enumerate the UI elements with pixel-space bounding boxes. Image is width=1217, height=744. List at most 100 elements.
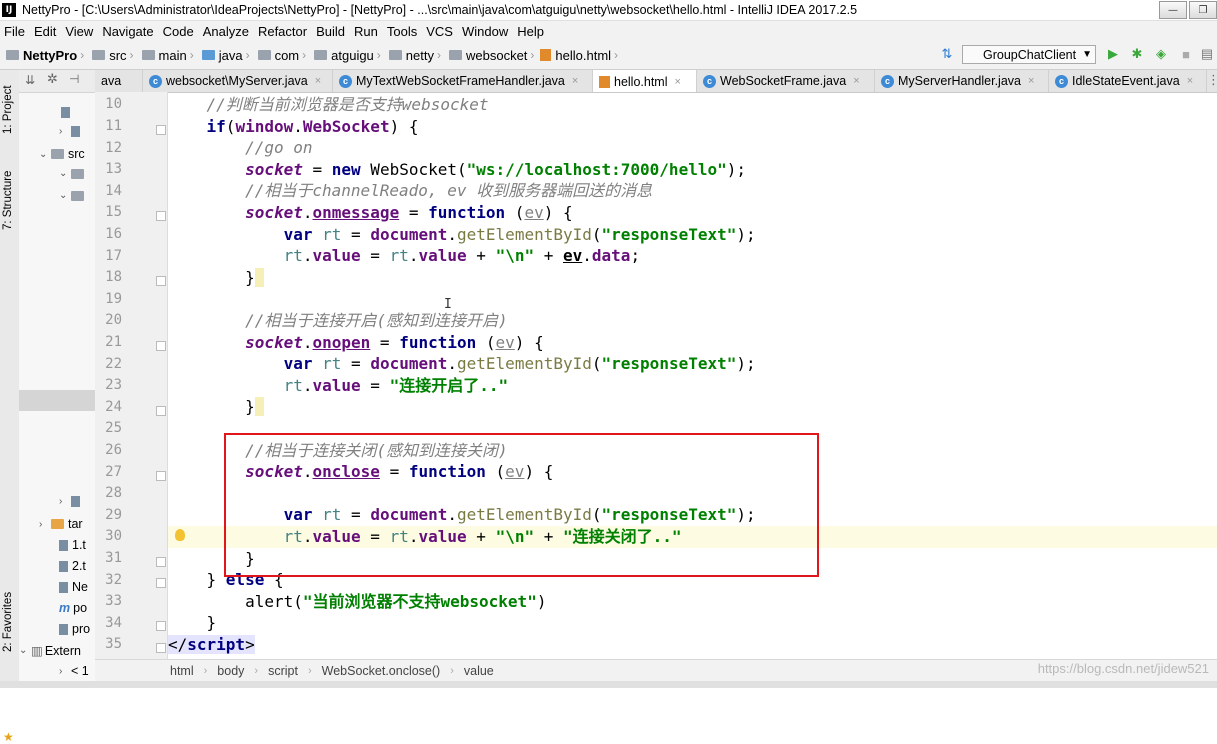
menu-edit[interactable]: Edit bbox=[30, 24, 61, 39]
menu-file[interactable]: File bbox=[0, 24, 30, 39]
more-tabs-icon[interactable]: ⋮ bbox=[1207, 73, 1217, 88]
code-line-21[interactable]: socket.onopen = function (ev) { bbox=[168, 332, 1217, 354]
code-line-33[interactable]: alert("当前浏览器不支持websocket") bbox=[168, 591, 1217, 613]
run-icon[interactable]: ▶ bbox=[1106, 46, 1120, 61]
debug-icon[interactable]: ✱ bbox=[1130, 46, 1144, 61]
tree-node-src[interactable]: ⌄ src bbox=[39, 147, 85, 161]
sort-arrows-icon[interactable]: ⇅ bbox=[940, 46, 954, 61]
menu-view[interactable]: View bbox=[61, 24, 98, 39]
layout-icon[interactable]: ▤ bbox=[1200, 46, 1214, 61]
code-line-17[interactable]: rt.value = rt.value + "\n" + ev.data; bbox=[168, 245, 1217, 267]
code-line-20[interactable]: //相当于连接开启(感知到连接开启) bbox=[168, 310, 1217, 332]
code-line-35[interactable]: </script> bbox=[168, 634, 1217, 656]
code-line-34[interactable]: } bbox=[168, 612, 1217, 634]
fold-marker[interactable] bbox=[156, 557, 166, 567]
tree-node[interactable] bbox=[61, 107, 74, 118]
fold-marker[interactable] bbox=[156, 621, 166, 631]
tab-hello-html[interactable]: hello.html × bbox=[593, 70, 697, 92]
tab-mytextwebsocketframehandler[interactable]: c MyTextWebSocketFrameHandler.java × bbox=[333, 70, 593, 92]
crumb-project[interactable]: NettyPro bbox=[23, 48, 77, 63]
minimize-button[interactable]: — bbox=[1159, 1, 1187, 19]
structure-tool-tab[interactable]: 7: Structure bbox=[2, 171, 14, 230]
path-html[interactable]: html bbox=[170, 664, 194, 678]
tab-myserverhandler[interactable]: c MyServerHandler.java × bbox=[875, 70, 1049, 92]
tab-myserver[interactable]: c websocket\MyServer.java × bbox=[143, 70, 333, 92]
code-line-16[interactable]: var rt = document.getElementById("respon… bbox=[168, 224, 1217, 246]
code-line-22[interactable]: var rt = document.getElementById("respon… bbox=[168, 353, 1217, 375]
tree-node-file[interactable]: pro bbox=[59, 622, 90, 636]
crumb-main[interactable]: main bbox=[159, 48, 187, 63]
crumb-atguigu[interactable]: atguigu bbox=[331, 48, 374, 63]
code-line-14[interactable]: //相当于channelReado, ev 收到服务器端回送的消息 bbox=[168, 180, 1217, 202]
tree-node-file[interactable]: m po bbox=[59, 601, 87, 615]
settings-gear-icon[interactable]: ✲ bbox=[47, 72, 58, 87]
coverage-icon[interactable]: ◈ bbox=[1154, 46, 1168, 61]
tree-node-file[interactable]: 1.t bbox=[59, 538, 86, 552]
crumb-websocket[interactable]: websocket bbox=[466, 48, 527, 63]
fold-marker[interactable] bbox=[156, 276, 166, 286]
fold-marker[interactable] bbox=[156, 643, 166, 653]
crumb-file[interactable]: hello.html bbox=[555, 48, 611, 63]
tree-node-external[interactable]: ⌄ ▥ Extern bbox=[19, 643, 81, 659]
menu-analyze[interactable]: Analyze bbox=[199, 24, 254, 39]
fold-marker[interactable] bbox=[156, 211, 166, 221]
close-icon[interactable]: × bbox=[853, 75, 859, 87]
code-line-11[interactable]: if(window.WebSocket) { bbox=[168, 116, 1217, 138]
crumb-netty[interactable]: netty bbox=[406, 48, 434, 63]
tree-node[interactable]: › bbox=[59, 496, 84, 507]
tree-node[interactable]: › bbox=[59, 126, 84, 137]
menu-help[interactable]: Help bbox=[513, 24, 549, 39]
path-onclose[interactable]: WebSocket.onclose() bbox=[322, 664, 441, 678]
close-icon[interactable]: × bbox=[675, 76, 681, 88]
code-line-12[interactable]: //go on bbox=[168, 137, 1217, 159]
tab-partial[interactable]: ava bbox=[95, 70, 143, 92]
path-body[interactable]: body bbox=[217, 664, 244, 678]
project-tool-tab[interactable]: 1: Project bbox=[2, 85, 14, 134]
hide-icon[interactable]: ⊣ bbox=[69, 72, 79, 86]
fold-marker[interactable] bbox=[156, 471, 166, 481]
menu-navigate[interactable]: Navigate bbox=[98, 24, 158, 39]
fold-marker[interactable] bbox=[156, 125, 166, 135]
menu-code[interactable]: Code bbox=[159, 24, 199, 39]
code-line-10[interactable]: //判断当前浏览器是否支持websocket bbox=[168, 94, 1217, 116]
path-value[interactable]: value bbox=[464, 664, 494, 678]
close-icon[interactable]: × bbox=[315, 75, 321, 87]
line-number: 13 bbox=[105, 161, 122, 177]
crumb-com[interactable]: com bbox=[275, 48, 300, 63]
tree-node-target[interactable]: › tar bbox=[39, 517, 83, 531]
stop-icon[interactable]: ■ bbox=[1179, 47, 1193, 62]
intention-bulb-icon[interactable] bbox=[175, 529, 185, 541]
code-line-13[interactable]: socket = new WebSocket("ws://localhost:7… bbox=[168, 159, 1217, 181]
menu-window[interactable]: Window bbox=[458, 24, 513, 39]
tree-node-file[interactable]: Ne bbox=[59, 580, 88, 594]
tree-node[interactable]: ⌄ bbox=[59, 190, 88, 201]
menu-build[interactable]: Build bbox=[312, 24, 350, 39]
tree-node[interactable]: ⌄ bbox=[59, 168, 88, 179]
code-line-15[interactable]: socket.onmessage = function (ev) { bbox=[168, 202, 1217, 224]
menu-run[interactable]: Run bbox=[350, 24, 383, 39]
fold-marker[interactable] bbox=[156, 341, 166, 351]
collapse-icon[interactable]: ⇊ bbox=[25, 73, 35, 87]
code-line-24[interactable]: } bbox=[168, 396, 1217, 418]
tree-node-file[interactable]: 2.t bbox=[59, 559, 86, 573]
crumb-src[interactable]: src bbox=[109, 48, 126, 63]
restore-button[interactable]: ❐ bbox=[1189, 1, 1217, 19]
menu-tools[interactable]: Tools bbox=[383, 24, 422, 39]
menu-refactor[interactable]: Refactor bbox=[254, 24, 312, 39]
fold-marker[interactable] bbox=[156, 578, 166, 588]
favorites-tool-tab[interactable]: 2: Favorites bbox=[2, 592, 14, 652]
tab-websocketframe[interactable]: c WebSocketFrame.java × bbox=[697, 70, 875, 92]
code-line-19[interactable] bbox=[168, 288, 1217, 310]
crumb-java[interactable]: java bbox=[219, 48, 243, 63]
tree-node-sdk[interactable]: › < 1 bbox=[59, 664, 89, 678]
close-icon[interactable]: × bbox=[572, 75, 578, 87]
tab-idlestateevent[interactable]: c IdleStateEvent.java × bbox=[1049, 70, 1207, 92]
menu-vcs[interactable]: VCS bbox=[422, 24, 458, 39]
code-line-18[interactable]: } bbox=[168, 267, 1217, 289]
fold-marker[interactable] bbox=[156, 406, 166, 416]
path-script[interactable]: script bbox=[268, 664, 298, 678]
run-configuration-select[interactable]: GroupChatClient ▼ bbox=[962, 45, 1096, 64]
code-line-23[interactable]: rt.value = "连接开启了.." bbox=[168, 375, 1217, 397]
close-icon[interactable]: × bbox=[1028, 75, 1034, 87]
close-icon[interactable]: × bbox=[1187, 75, 1193, 87]
